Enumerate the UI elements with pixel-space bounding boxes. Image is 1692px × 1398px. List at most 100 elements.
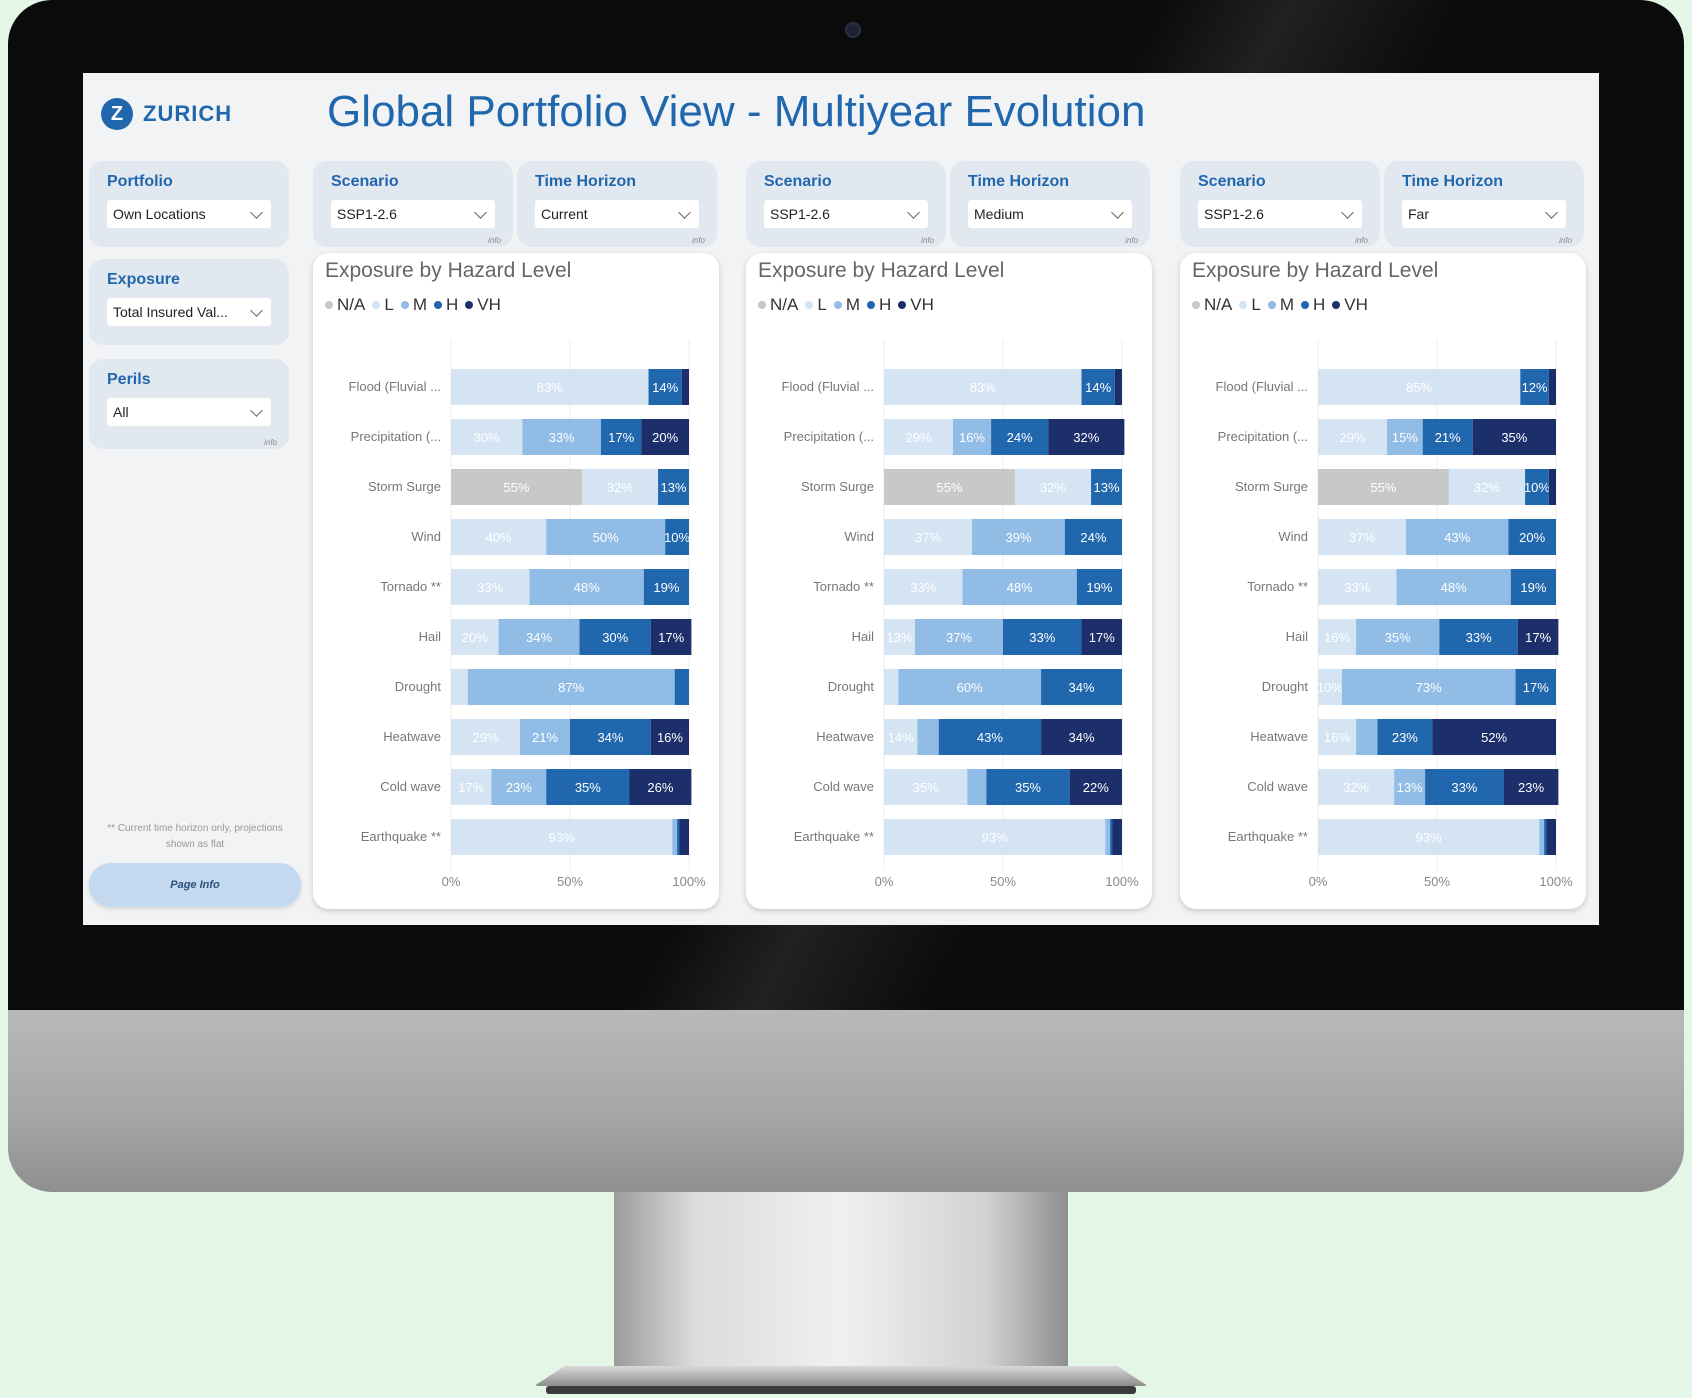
info-link[interactable]: info <box>488 236 501 245</box>
category-label: Storm Surge <box>368 479 441 494</box>
scenario-dropdown-3[interactable]: SSP1-2.6 <box>1198 200 1362 228</box>
bar-segment-vh[interactable] <box>681 369 689 405</box>
horizon-dropdown-1[interactable]: Current <box>535 200 699 228</box>
data-label: 35% <box>1501 430 1527 445</box>
data-label: 20% <box>462 630 488 645</box>
category-label: Wind <box>411 529 441 544</box>
category-label: Flood (Fluvial ... <box>782 379 874 394</box>
bar-segment-m[interactable] <box>967 769 987 805</box>
category-label: Flood (Fluvial ... <box>349 379 441 394</box>
data-label: 73% <box>1416 680 1442 695</box>
data-label: 21% <box>532 730 558 745</box>
info-link[interactable]: info <box>921 236 934 245</box>
bar-segment-h[interactable] <box>1544 819 1547 855</box>
data-label: 17% <box>1523 680 1549 695</box>
category-label: Tornado ** <box>380 579 441 594</box>
data-label: 17% <box>608 430 634 445</box>
info-link[interactable]: info <box>692 236 705 245</box>
bar-segment-vh[interactable] <box>1546 819 1556 855</box>
bar-segment-m[interactable] <box>917 719 939 755</box>
category-label: Wind <box>1278 529 1308 544</box>
category-label: Precipitation (... <box>784 429 874 444</box>
data-label: 33% <box>477 580 503 595</box>
x-tick-label: 50% <box>990 874 1016 889</box>
bar-segment-m[interactable] <box>1105 819 1111 855</box>
data-label: 34% <box>1069 680 1095 695</box>
bar-segment-h[interactable] <box>1110 819 1113 855</box>
scenario-dropdown-1[interactable]: SSP1-2.6 <box>331 200 495 228</box>
zurich-logo: Z ZURICH <box>101 98 232 130</box>
bar-segment-h[interactable] <box>677 819 680 855</box>
horizon-dropdown-3[interactable]: Far <box>1402 200 1566 228</box>
bar-segment-m[interactable] <box>1539 819 1545 855</box>
data-label: 29% <box>1339 430 1365 445</box>
data-label: 32% <box>607 480 633 495</box>
bar-segment-l[interactable] <box>884 669 899 705</box>
data-label: 32% <box>1343 780 1369 795</box>
horizon-value: Current <box>541 206 588 222</box>
data-label: 52% <box>1481 730 1507 745</box>
x-tick-label: 100% <box>1539 874 1573 889</box>
perils-dropdown[interactable]: All <box>107 398 271 426</box>
category-label: Precipitation (... <box>1218 429 1308 444</box>
data-label: 33% <box>1029 630 1055 645</box>
perils-value: All <box>113 404 129 420</box>
x-tick-label: 0% <box>875 874 894 889</box>
data-label: 13% <box>886 630 912 645</box>
data-label: 60% <box>957 680 983 695</box>
bar-segment-m[interactable] <box>672 819 678 855</box>
data-label: 16% <box>959 430 985 445</box>
portfolio-dropdown[interactable]: Own Locations <box>107 200 271 228</box>
bar-segment-m[interactable] <box>1356 719 1378 755</box>
data-label: 23% <box>506 780 532 795</box>
horizon-slicer-2: Time Horizon Medium info <box>950 161 1150 247</box>
category-label: Tornado ** <box>813 579 874 594</box>
category-label: Hail <box>1286 629 1309 644</box>
data-label: 16% <box>1324 630 1350 645</box>
chevron-down-icon <box>1341 205 1354 219</box>
scenario-slicer-1: Scenario SSP1-2.6 info <box>313 161 513 247</box>
data-label: 23% <box>1518 780 1544 795</box>
data-label: 29% <box>472 730 498 745</box>
horizon-dropdown-2[interactable]: Medium <box>968 200 1132 228</box>
horizon-slicer-1: Time Horizon Current info <box>517 161 717 247</box>
bar-segment-vh[interactable] <box>1112 819 1122 855</box>
bar-segment-vh[interactable] <box>1548 469 1556 505</box>
chevron-down-icon <box>250 303 263 317</box>
footnote: ** Current time horizon only, projection… <box>107 823 283 850</box>
data-label: 33% <box>1451 780 1477 795</box>
exposure-dropdown[interactable]: Total Insured Val... <box>107 298 271 326</box>
chevron-down-icon <box>678 205 691 219</box>
bar-segment-h[interactable] <box>674 669 689 705</box>
info-link[interactable]: info <box>1355 236 1368 245</box>
zurich-logo-text: ZURICH <box>143 101 233 126</box>
bar-segment-vh[interactable] <box>679 819 689 855</box>
stacked-bar-chart: Flood (Fluvial ... 85% 12% Precipitation (.… <box>1216 339 1573 889</box>
chevron-down-icon <box>907 205 920 219</box>
perils-info-link[interactable]: info <box>264 438 277 447</box>
data-label: 35% <box>913 780 939 795</box>
data-label: 20% <box>652 430 678 445</box>
x-tick-label: 0% <box>1309 874 1328 889</box>
data-label: 13% <box>661 480 687 495</box>
bar-segment-l[interactable] <box>451 669 468 705</box>
data-label: 35% <box>1015 780 1041 795</box>
data-label: 93% <box>1416 830 1442 845</box>
data-label: 55% <box>1370 480 1396 495</box>
category-label: Drought <box>1262 679 1309 694</box>
webcam <box>845 22 861 38</box>
data-label: 17% <box>658 630 684 645</box>
portfolio-value: Own Locations <box>113 206 206 222</box>
info-link[interactable]: info <box>1559 236 1572 245</box>
category-label: Cold wave <box>813 779 874 794</box>
exposure-chart-panel-1: Exposure by Hazard Level N/A L M H VH Flood (F… <box>313 253 719 909</box>
horizon-label: Time Horizon <box>535 173 637 190</box>
data-label: 34% <box>597 730 623 745</box>
scenario-dropdown-2[interactable]: SSP1-2.6 <box>764 200 928 228</box>
bar-segment-vh[interactable] <box>1548 369 1556 405</box>
page-info-button[interactable]: Page Info <box>89 863 301 907</box>
bar-segment-vh[interactable] <box>1114 369 1122 405</box>
info-link[interactable]: info <box>1125 236 1138 245</box>
data-label: 23% <box>1392 730 1418 745</box>
exposure-chart-panel-2: Exposure by Hazard Level N/A L M H VH Flood (F… <box>746 253 1152 909</box>
